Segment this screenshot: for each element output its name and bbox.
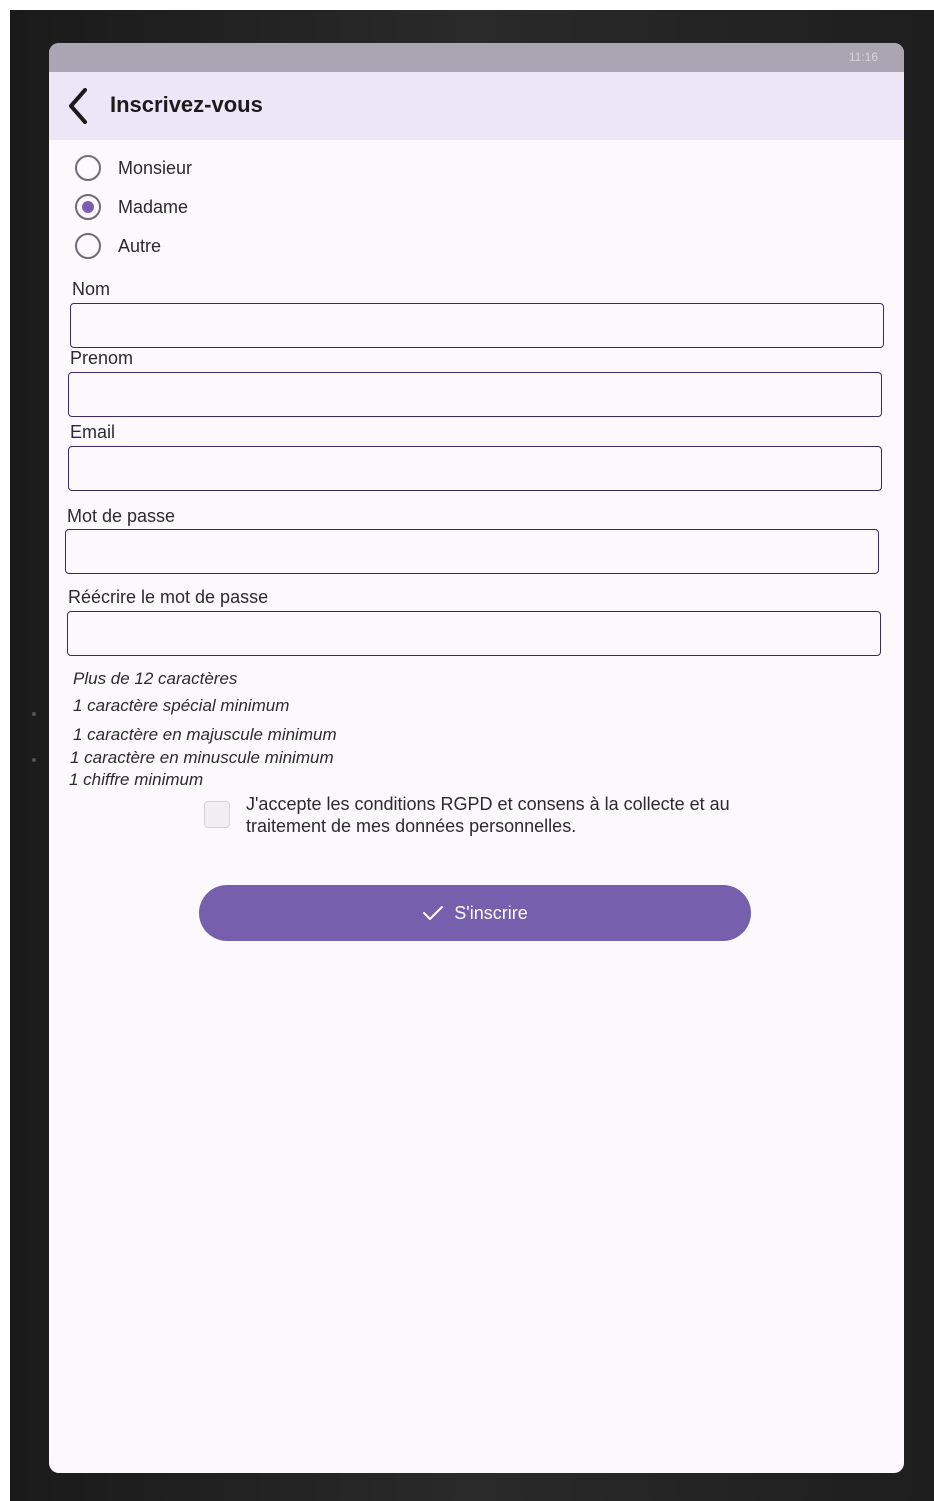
password-rule: 1 caractère en majuscule minimum: [73, 725, 337, 744]
status-time: 11:16: [848, 50, 878, 64]
radio-label: Monsieur: [118, 157, 193, 178]
radio-madame[interactable]: Madame: [75, 192, 188, 222]
radio-button[interactable]: [75, 233, 101, 259]
prenom-label: Prenom: [70, 348, 134, 368]
email-label: Email: [70, 422, 116, 442]
password-rule: 1 caractère spécial minimum: [73, 696, 290, 715]
consent-checkbox[interactable]: [204, 801, 230, 828]
status-bar: 11:16: [49, 43, 904, 72]
radio-label: Madame: [118, 196, 189, 217]
password-label: Mot de passe: [67, 506, 176, 526]
app-bar: Inscrivez-vous: [49, 72, 904, 140]
radio-monsieur[interactable]: Monsieur: [75, 153, 192, 183]
email-input[interactable]: [68, 446, 882, 491]
radio-label: Autre: [118, 235, 162, 256]
check-icon: [423, 906, 444, 920]
radio-button-selected[interactable]: [75, 194, 101, 220]
camera-dot: [32, 758, 36, 762]
password-rule: Plus de 12 caractères: [73, 669, 238, 688]
signup-button-label: S'inscrire: [454, 902, 528, 923]
prenom-input[interactable]: [68, 372, 882, 417]
password-rule: 1 chiffre minimum: [69, 770, 204, 789]
radio-button[interactable]: [75, 155, 101, 181]
nom-input[interactable]: [70, 303, 884, 348]
password-rule: 1 caractère en minuscule minimum: [70, 748, 334, 767]
password-confirm-input[interactable]: [67, 611, 881, 656]
nom-label: Nom: [72, 279, 111, 299]
password-input[interactable]: [65, 529, 879, 574]
signup-button[interactable]: S'inscrire: [199, 885, 751, 941]
device-screen: 11:16 Inscrivez-vous Monsieur Madame Aut…: [49, 43, 904, 1473]
sensor-dot: [32, 712, 36, 716]
chevron-left-icon[interactable]: [63, 86, 93, 126]
radio-autre[interactable]: Autre: [75, 231, 161, 261]
password-confirm-label: Réécrire le mot de passe: [68, 587, 269, 607]
consent-text: J'accepte les conditions RGPD et consens…: [246, 794, 730, 836]
page-title: Inscrivez-vous: [110, 92, 263, 117]
